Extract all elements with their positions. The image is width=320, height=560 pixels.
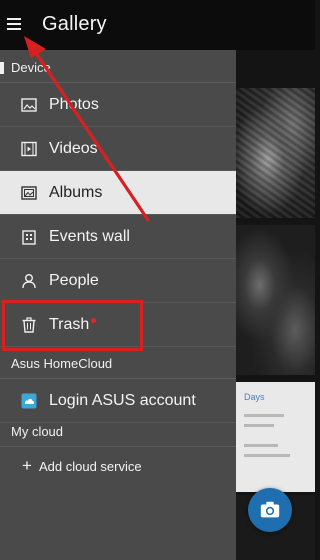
drawer-item-label: Photos (49, 95, 99, 113)
section-label: My cloud (11, 424, 64, 439)
plus-icon: + (22, 456, 32, 475)
section-marker (0, 62, 4, 74)
section-label: Device (11, 60, 51, 75)
album-icon (20, 184, 38, 202)
camera-icon (260, 501, 280, 518)
trash-label-text: Trash (49, 315, 90, 333)
thumbnail-text: Days (244, 392, 265, 402)
drawer-item-photos[interactable]: Photos (0, 83, 236, 127)
drawer-item-albums[interactable]: Albums (0, 171, 236, 215)
app-title: Gallery (42, 13, 107, 35)
cloud-icon (20, 392, 38, 410)
drawer-item-label: Videos (49, 139, 98, 157)
drawer-item-events-wall[interactable]: Events wall (0, 215, 236, 259)
camera-fab-button[interactable] (248, 488, 292, 532)
new-badge-dot (91, 317, 97, 323)
hamburger-menu-icon[interactable] (4, 12, 24, 36)
drawer-item-videos[interactable]: Videos (0, 127, 236, 171)
app-bar: Gallery (0, 0, 315, 50)
section-header-device: Device (0, 53, 236, 83)
drawer-item-label: Login ASUS account (49, 391, 196, 409)
drawer-item-trash[interactable]: Trash (0, 303, 236, 347)
thumbnail-line (244, 454, 290, 457)
navigation-drawer: Device Photos Videos Albums Events wall … (0, 50, 236, 560)
screenshot-thumbnail[interactable]: Days (236, 382, 315, 492)
photo-thumbnail[interactable] (236, 225, 315, 375)
video-icon (20, 140, 38, 158)
drawer-item-label: Albums (49, 183, 103, 201)
section-label: Asus HomeCloud (11, 356, 113, 371)
person-icon (20, 272, 38, 290)
calendar-icon (20, 228, 38, 246)
section-header-my-cloud: My cloud (0, 417, 236, 447)
photo-icon (20, 96, 38, 114)
drawer-item-label: People (49, 271, 99, 289)
thumbnail-line (244, 444, 278, 447)
thumbnail-line (244, 424, 274, 427)
thumbnail-line (244, 414, 284, 417)
add-cloud-service-button[interactable]: + Add cloud service (0, 450, 236, 484)
add-cloud-service-label: Add cloud service (39, 459, 142, 474)
drawer-item-people[interactable]: People (0, 259, 236, 303)
trash-icon (20, 316, 38, 334)
photo-thumbnail[interactable] (236, 88, 315, 218)
drawer-item-label: Events wall (49, 227, 130, 245)
section-header-asus-homecloud: Asus HomeCloud (0, 349, 236, 379)
drawer-item-label: Trash (49, 315, 97, 334)
